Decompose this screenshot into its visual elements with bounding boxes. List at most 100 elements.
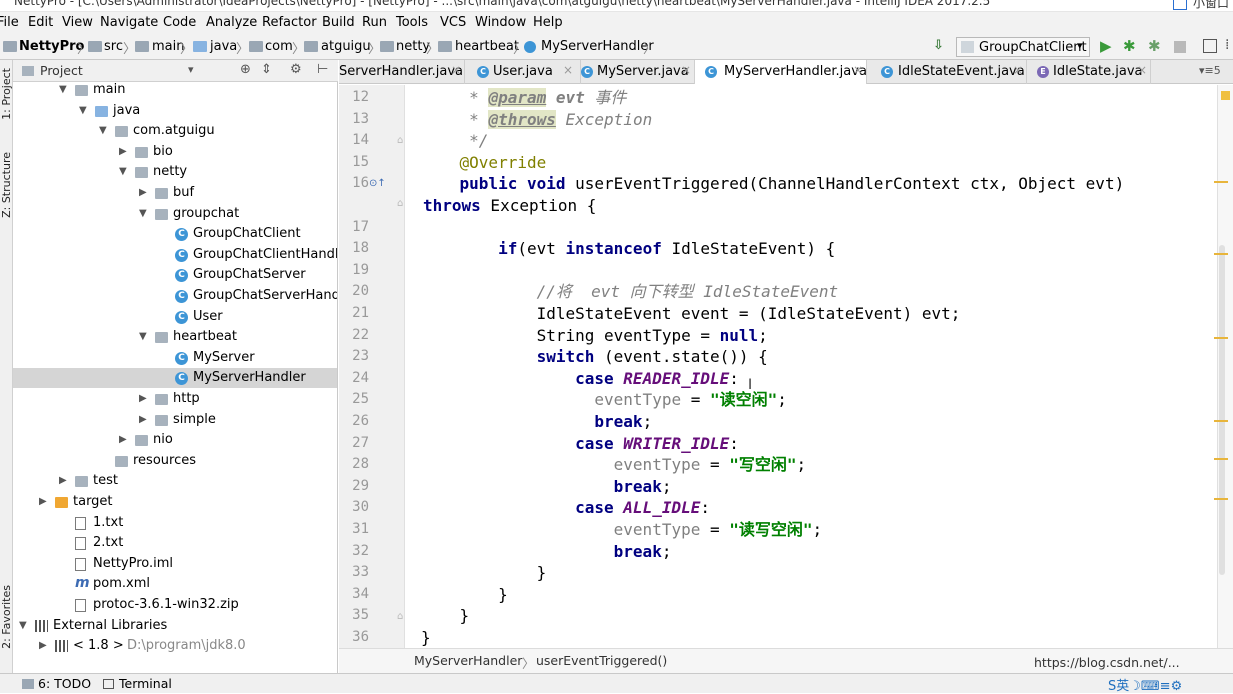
tree-item[interactable]: ▼ groupchat bbox=[13, 204, 337, 224]
project-panel-title[interactable]: Project bbox=[40, 63, 83, 78]
menu-help[interactable]: Help bbox=[533, 15, 563, 30]
breadcrumb-heartbeat[interactable]: heartbeat bbox=[455, 39, 519, 54]
code-line[interactable]: } bbox=[421, 628, 431, 648]
breadcrumb-com[interactable]: com bbox=[265, 39, 293, 54]
tree-item[interactable]: ▼ netty bbox=[13, 162, 337, 182]
code-line[interactable]: IdleStateEvent event = (IdleStateEvent) … bbox=[421, 304, 961, 324]
breadcrumb-atguigu[interactable]: atguigu bbox=[321, 39, 371, 54]
build-icon[interactable]: ⇩ bbox=[933, 38, 944, 53]
breadcrumb-java[interactable]: java bbox=[210, 39, 237, 54]
ime-status-icon[interactable]: S英☽⌨≡⚙ bbox=[1108, 675, 1182, 694]
code-editor[interactable]: * @param evt 事件 * @throws Exception */ @… bbox=[405, 85, 1217, 648]
tab-myserverhandler[interactable]: C MyServerHandler.java × bbox=[695, 60, 867, 84]
tab-myserver[interactable]: C MyServer.java × bbox=[581, 60, 695, 84]
code-line[interactable]: * @param evt 事件 bbox=[421, 88, 626, 108]
tree-item[interactable]: ▶ target bbox=[13, 492, 337, 512]
menu-file[interactable]: File bbox=[0, 15, 19, 30]
tree-item[interactable]: C User bbox=[13, 307, 337, 327]
tree-item[interactable]: ▼ main bbox=[13, 82, 337, 100]
chevron-down-icon[interactable]: ▼ bbox=[139, 204, 147, 224]
debug-icon[interactable]: ✱ bbox=[1123, 37, 1136, 55]
editor-crumb-class[interactable]: MyServerHandler bbox=[414, 653, 522, 668]
menu-vcs[interactable]: VCS bbox=[440, 15, 466, 30]
tab-user[interactable]: C User.java × bbox=[465, 60, 581, 84]
run-icon[interactable]: ▶ bbox=[1100, 37, 1112, 55]
breadcrumb-src[interactable]: src bbox=[104, 39, 123, 54]
close-icon[interactable]: × bbox=[451, 63, 461, 77]
chevron-right-icon[interactable]: ▶ bbox=[119, 142, 127, 162]
fold-icon[interactable]: ⌂ bbox=[397, 198, 403, 209]
menu-build[interactable]: Build bbox=[322, 15, 355, 30]
code-line[interactable]: switch (event.state()) { bbox=[421, 347, 768, 367]
chevron-down-icon[interactable]: ▾ bbox=[188, 63, 194, 76]
gear-icon[interactable]: ⚙ bbox=[290, 62, 302, 77]
code-line[interactable]: if(evt instanceof IdleStateEvent) { bbox=[421, 239, 835, 259]
tree-item[interactable]: resources bbox=[13, 451, 337, 471]
hide-icon[interactable]: ⊢ bbox=[317, 62, 328, 77]
close-icon[interactable]: × bbox=[1137, 63, 1147, 77]
stop-icon[interactable] bbox=[1174, 41, 1186, 53]
editor-crumb-method[interactable]: userEventTriggered() bbox=[536, 653, 667, 668]
chevron-right-icon[interactable]: ▶ bbox=[139, 389, 147, 409]
code-line[interactable]: case ALL_IDLE: bbox=[421, 498, 710, 518]
code-line[interactable]: } bbox=[421, 563, 547, 583]
tree-item[interactable]: ▶ bio bbox=[13, 142, 337, 162]
tree-item[interactable]: C MyServerHandler bbox=[13, 368, 337, 389]
chevron-down-icon[interactable]: ▼ bbox=[19, 616, 27, 636]
chevron-down-icon[interactable]: ▼ bbox=[119, 162, 127, 182]
tree-item[interactable]: ▶ < 1.8 > D:\program\jdk8.0 bbox=[13, 636, 337, 656]
run-configuration-select[interactable]: GroupChatClient ▾ bbox=[956, 37, 1090, 57]
menu-view[interactable]: View bbox=[62, 15, 93, 30]
tab-idlestate[interactable]: E IdleState.java × bbox=[1027, 60, 1151, 84]
warning-marker[interactable] bbox=[1214, 337, 1228, 339]
scrollbar-thumb[interactable] bbox=[1219, 245, 1225, 575]
close-icon[interactable]: × bbox=[1013, 63, 1023, 77]
tree-item[interactable]: C GroupChatServerHandler bbox=[13, 286, 337, 306]
close-icon[interactable]: × bbox=[853, 63, 863, 77]
code-line[interactable]: * @throws Exception bbox=[421, 109, 652, 130]
code-line[interactable]: break; bbox=[421, 412, 652, 432]
menu-run[interactable]: Run bbox=[362, 15, 387, 30]
tree-item[interactable]: NettyPro.iml bbox=[13, 554, 337, 574]
chevron-down-icon[interactable]: ▼ bbox=[99, 121, 107, 141]
code-line[interactable]: } bbox=[421, 585, 508, 605]
close-icon[interactable]: × bbox=[563, 63, 573, 77]
coverage-icon[interactable]: ✱ bbox=[1148, 37, 1161, 55]
tree-item[interactable]: m pom.xml bbox=[13, 574, 337, 594]
code-line[interactable]: case READER_IDLE: bbox=[421, 369, 739, 389]
chevron-right-icon[interactable]: ▶ bbox=[59, 471, 67, 491]
code-line[interactable]: break; bbox=[421, 542, 672, 562]
tree-item[interactable]: ▶ test bbox=[13, 471, 337, 491]
chevron-down-icon[interactable]: ▼ bbox=[139, 327, 147, 347]
editor-scrollbar[interactable] bbox=[1214, 85, 1233, 648]
tab-overflow-button[interactable]: ▾≡5 bbox=[1199, 64, 1221, 77]
code-line[interactable]: @Override bbox=[421, 153, 547, 173]
tree-item[interactable]: ▼ java bbox=[13, 101, 337, 121]
warning-marker[interactable] bbox=[1214, 253, 1228, 255]
code-line[interactable]: eventType = "写空闲"; bbox=[421, 455, 807, 475]
tree-item[interactable]: ▼ com.atguigu bbox=[13, 121, 337, 141]
more-icon[interactable]: ⁞ bbox=[1225, 37, 1229, 53]
side-window-label[interactable]: 小窗口 bbox=[1193, 0, 1229, 11]
fold-icon[interactable]: ⌂ bbox=[397, 611, 403, 622]
override-method-icon[interactable]: ⊙↑ bbox=[369, 178, 386, 189]
code-line[interactable]: public void userEventTriggered(ChannelHa… bbox=[421, 174, 1125, 194]
project-tool-button[interactable]: 1: Project bbox=[0, 68, 13, 120]
code-line[interactable]: throws Exception { bbox=[423, 196, 596, 216]
code-line[interactable]: case WRITER_IDLE: bbox=[421, 434, 739, 454]
chevron-down-icon[interactable]: ▼ bbox=[79, 101, 87, 121]
menu-tools[interactable]: Tools bbox=[396, 15, 428, 30]
chevron-right-icon[interactable]: ▶ bbox=[119, 430, 127, 450]
warning-marker[interactable] bbox=[1214, 420, 1228, 422]
chevron-right-icon[interactable]: ▶ bbox=[139, 183, 147, 203]
warning-marker[interactable] bbox=[1214, 498, 1228, 500]
tree-item[interactable]: C GroupChatClientHandler bbox=[13, 245, 337, 265]
scroll-from-source-icon[interactable]: ⊕ bbox=[240, 62, 251, 77]
project-structure-icon[interactable] bbox=[1203, 39, 1217, 53]
tab-serverhandler[interactable]: ServerHandler.java × bbox=[339, 60, 465, 84]
code-line[interactable]: break; bbox=[421, 477, 672, 497]
code-line[interactable]: String eventType = null; bbox=[421, 326, 768, 346]
tree-item[interactable]: ▶ buf bbox=[13, 183, 337, 203]
breadcrumb-netty[interactable]: netty bbox=[396, 39, 430, 54]
menu-analyze[interactable]: Analyze bbox=[206, 15, 257, 30]
